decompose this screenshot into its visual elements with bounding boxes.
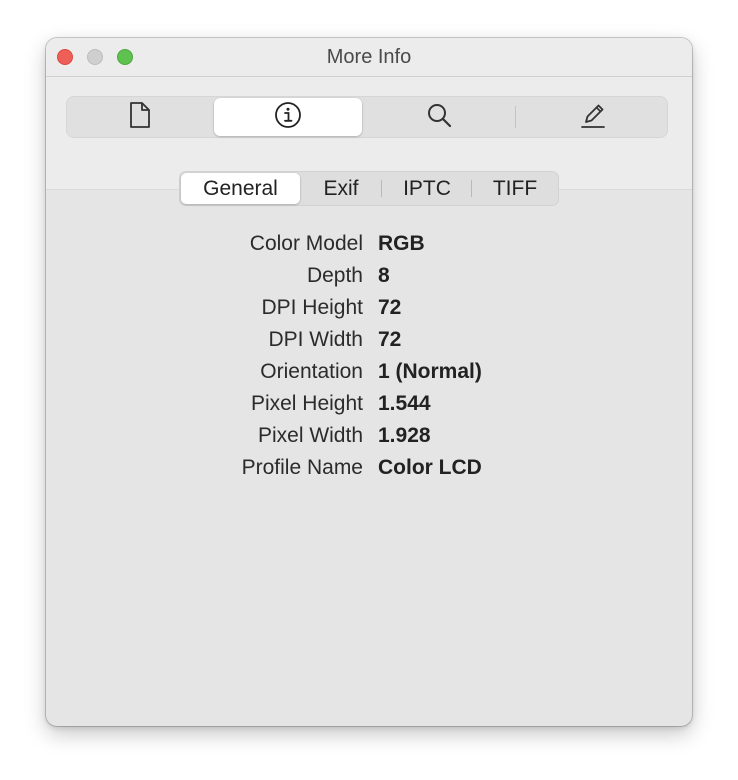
property-row: Orientation 1 (Normal) — [46, 356, 692, 388]
subtab-iptc[interactable]: IPTC — [383, 173, 471, 204]
inspector-segmented-control — [66, 96, 668, 138]
tab-document[interactable] — [68, 98, 212, 136]
more-info-window: More Info General Exif IPTC TIFF Color M… — [46, 38, 692, 726]
subtab-divider — [471, 180, 472, 197]
search-icon — [425, 101, 453, 134]
subtab-general[interactable]: General — [181, 173, 300, 204]
property-row: Color Model RGB — [46, 228, 692, 260]
property-row: Pixel Width 1.928 — [46, 420, 692, 452]
property-key: Pixel Width — [257, 424, 363, 447]
property-row: Profile Name Color LCD — [46, 452, 692, 484]
window-title: More Info — [326, 46, 412, 68]
info-icon — [274, 101, 302, 134]
metadata-tabs: General Exif IPTC TIFF — [179, 171, 559, 206]
property-row: DPI Height 72 — [46, 292, 692, 324]
property-value: Color LCD — [378, 456, 482, 479]
property-value: RGB — [378, 232, 425, 255]
property-key: Orientation — [260, 360, 363, 383]
property-row: DPI Width 72 — [46, 324, 692, 356]
property-value: 1.544 — [378, 392, 431, 415]
property-row: Depth 8 — [46, 260, 692, 292]
pencil-icon — [579, 101, 607, 134]
property-row: Pixel Height 1.544 — [46, 388, 692, 420]
subtab-divider — [381, 180, 382, 197]
document-icon — [128, 101, 152, 134]
property-value: 1.928 — [378, 424, 431, 447]
subtab-exif[interactable]: Exif — [302, 173, 380, 204]
property-key: Pixel Height — [250, 392, 363, 415]
property-value: 8 — [378, 264, 390, 287]
property-key: Color Model — [249, 232, 363, 255]
property-key: DPI Height — [261, 296, 363, 319]
property-value: 72 — [378, 328, 402, 351]
property-key: Profile Name — [241, 456, 363, 479]
title-bar: More Info — [46, 38, 692, 77]
property-key: DPI Width — [268, 328, 363, 351]
property-key: Depth — [306, 264, 363, 287]
property-value: 1 (Normal) — [378, 360, 482, 383]
property-value: 72 — [378, 296, 402, 319]
tab-annotate[interactable] — [519, 98, 667, 136]
tab-search[interactable] — [365, 98, 513, 136]
subtab-tiff[interactable]: TIFF — [473, 173, 557, 204]
segment-divider — [515, 106, 516, 128]
tab-info[interactable] — [214, 98, 362, 136]
